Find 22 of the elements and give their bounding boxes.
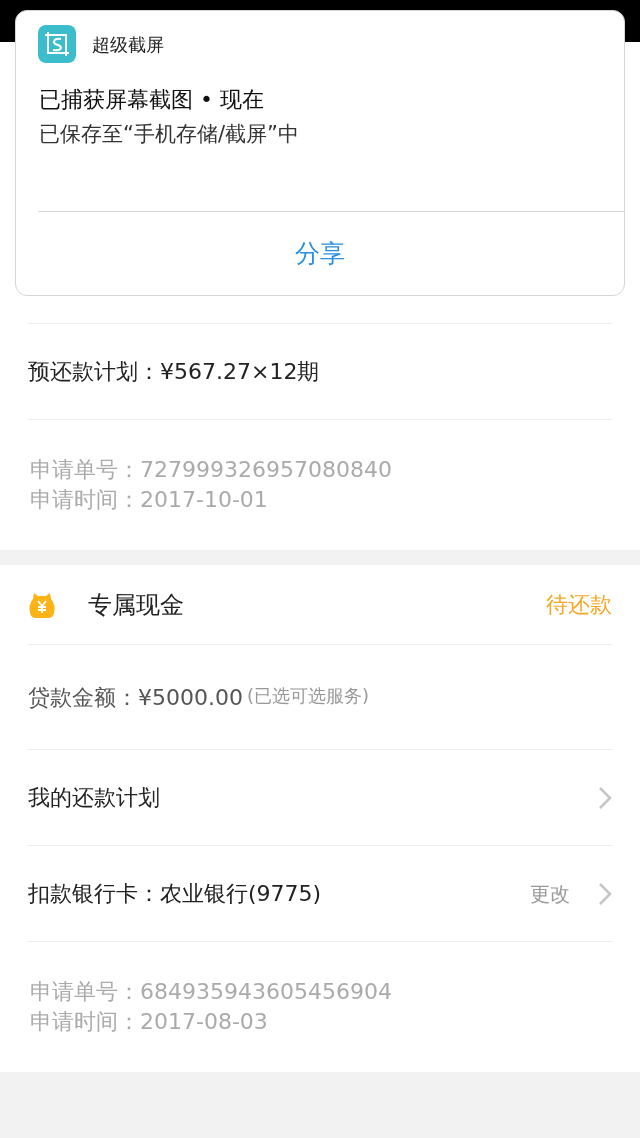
loan-amount-text: 贷款金额：¥5000.00 — [28, 683, 243, 712]
list-item[interactable]: 我的还款计划 — [28, 750, 612, 846]
app-icon — [38, 25, 76, 63]
application-info-text: 申请时间：2017-08-03 — [30, 1008, 269, 1036]
chevron-right-icon — [598, 881, 612, 906]
list-item-label: 扣款银行卡：农业银行(9775) — [28, 880, 323, 908]
chevron-right-icon — [598, 785, 612, 810]
share-button[interactable]: 分享 — [279, 230, 361, 277]
notification-card[interactable]: 超级截屏 已捕获屏幕截图 • 现在 已保存至“手机存储/截屏”中 分享 — [15, 10, 625, 296]
status-text: 待还款 — [546, 591, 612, 619]
application-info-text: 申请单号：684935943605456904 — [30, 978, 393, 1006]
notification-title: 已捕获屏幕截图 • 现在 — [39, 86, 265, 114]
money-bag-icon — [28, 590, 56, 619]
application-info-text: 申请单号：727999326957080840 — [30, 456, 393, 484]
list-item[interactable]: 扣款银行卡：农业银行(9775) 更改 — [28, 846, 612, 942]
section-title: 专属现金 — [88, 589, 185, 621]
notification-body: 已保存至“手机存储/截屏”中 — [39, 121, 300, 148]
repayment-plan-text: 预还款计划：¥567.27×12期 — [28, 358, 320, 386]
list-item-label: 我的还款计划 — [28, 784, 161, 812]
loan-amount-note: (已选可选服务) — [247, 683, 370, 708]
application-info-text: 申请时间：2017-10-01 — [30, 486, 269, 514]
app-name: 超级截屏 — [92, 32, 164, 57]
